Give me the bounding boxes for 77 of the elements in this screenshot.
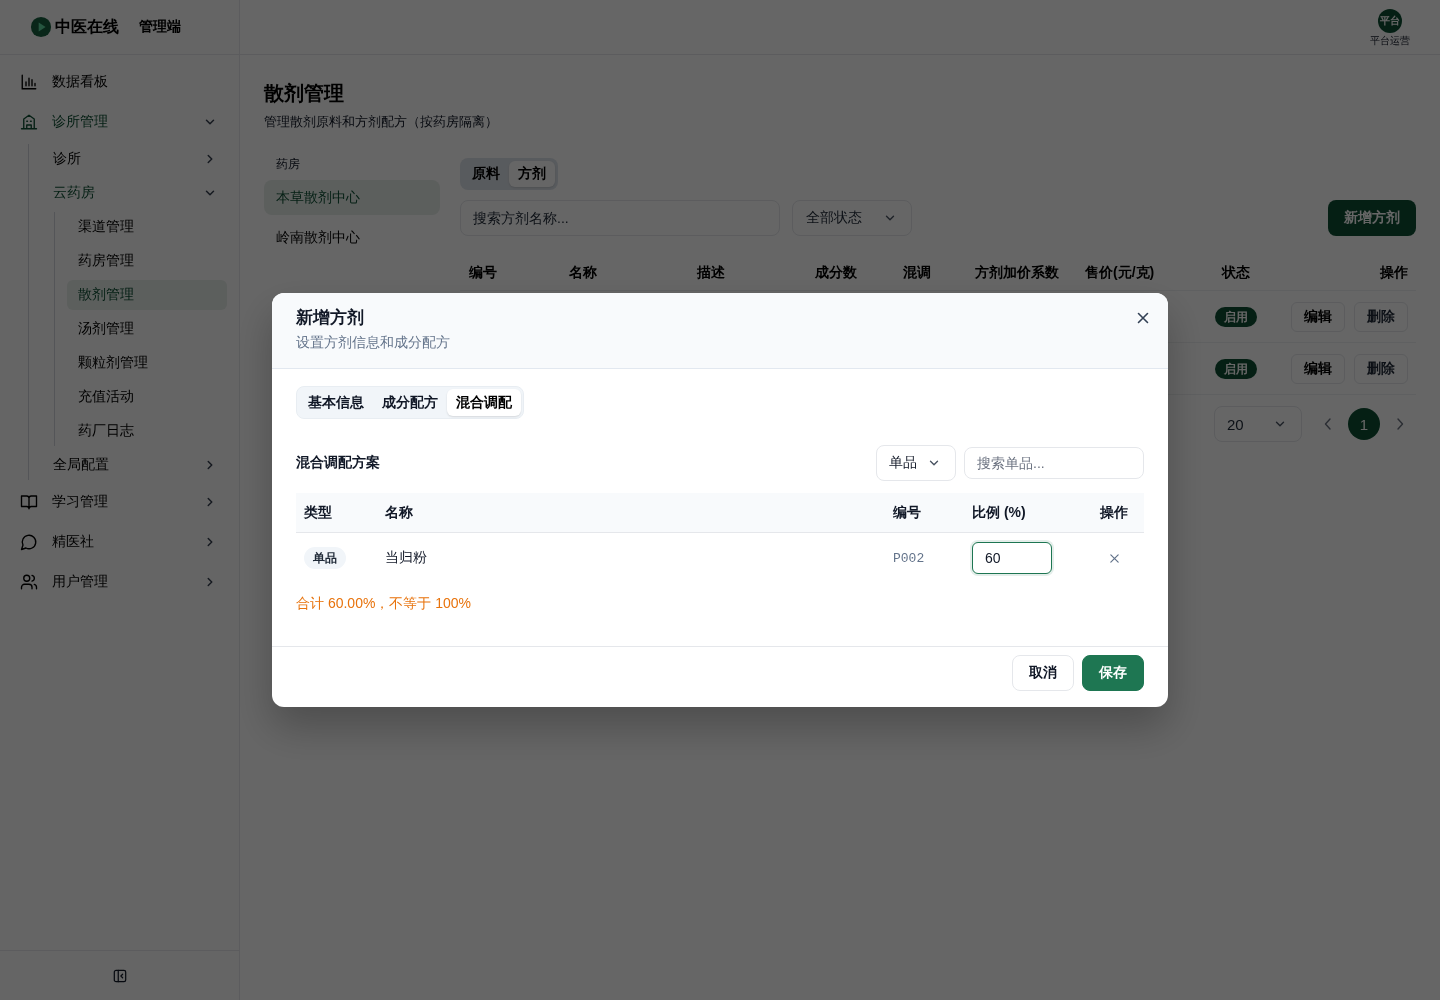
nav-item[interactable]: 渠道管理 <box>67 212 227 242</box>
nav-item[interactable]: 汤剂管理 <box>67 314 227 344</box>
column-header: 状态 <box>1220 263 1251 282</box>
column-header: 描述 <box>696 263 726 282</box>
brand-suffix: 管理端 <box>139 18 181 36</box>
delete-button[interactable]: 删除 <box>1354 353 1408 384</box>
column-header: 售价(元/克) <box>1084 263 1156 282</box>
tab[interactable]: 方剂 <box>509 161 555 187</box>
column-header: 操作 <box>1379 263 1409 282</box>
table-cell: 当归粉 <box>385 549 427 567</box>
nav-item[interactable]: 数据看板 <box>12 64 227 100</box>
section-title: 混合调配方案 <box>296 454 381 472</box>
bar-chart-icon <box>20 73 38 91</box>
search-field[interactable]: 搜索方剂名称... <box>460 200 780 236</box>
type-tag: 单品 <box>304 547 346 569</box>
brand-name: 中医在线 <box>55 16 119 37</box>
column-header: 操作 <box>1099 503 1129 522</box>
nav-item[interactable]: 药房管理 <box>67 246 227 276</box>
user-role: 平台运营 <box>1370 35 1410 47</box>
dialog-subtitle: 设置方剂信息和成分配方 <box>296 333 451 352</box>
type-select[interactable]: 单品 <box>876 445 956 481</box>
column-header: 名称 <box>384 503 414 522</box>
column-header: 名称 <box>568 263 598 282</box>
users-icon <box>20 573 38 591</box>
column-header: 比例 (%) <box>971 503 1027 522</box>
warning-text: 合计 60.00%，不等于 100% <box>296 594 473 613</box>
edit-button[interactable]: 编辑 <box>1291 301 1345 332</box>
pharmacy-item[interactable]: 岭南散剂中心 <box>264 220 440 255</box>
building-icon <box>20 113 38 131</box>
chevron-right-icon[interactable] <box>1396 418 1404 430</box>
close-icon[interactable] <box>1135 310 1151 326</box>
nav-item[interactable]: 颗粒剂管理 <box>67 348 227 378</box>
add-formula-button[interactable]: 新增方剂 <box>1328 200 1416 236</box>
nav-item[interactable]: 学习管理 <box>12 484 227 520</box>
nav-item[interactable]: 药厂日志 <box>67 416 227 446</box>
nav-item[interactable]: 诊所管理 <box>12 104 227 140</box>
table-cell: P002 <box>893 550 925 566</box>
column-header: 编号 <box>468 263 498 282</box>
nav-item[interactable]: 精医社 <box>12 524 227 560</box>
column-header: 编号 <box>892 503 922 522</box>
column-header: 类型 <box>303 503 333 522</box>
pharmacy-item[interactable]: 本草散剂中心 <box>264 180 440 215</box>
page-title: 散剂管理 <box>264 81 345 106</box>
nav-item[interactable]: 用户管理 <box>12 564 227 600</box>
remove-icon[interactable] <box>1108 552 1120 564</box>
edit-button[interactable]: 编辑 <box>1291 353 1345 384</box>
section-label: 药房 <box>275 156 301 172</box>
page-subtitle: 管理散剂原料和方剂配方（按药房隔离） <box>264 113 499 131</box>
cancel-button[interactable]: 取消 <box>1012 655 1074 691</box>
book-icon <box>20 493 38 511</box>
dialog-title: 新增方剂 <box>296 307 365 329</box>
ratio-input[interactable]: 60 <box>972 542 1052 574</box>
tab[interactable]: 基本信息 <box>299 389 373 416</box>
column-header: 方剂加价系数 <box>974 263 1060 282</box>
page-size-select[interactable]: 20 <box>1214 406 1302 442</box>
chevron-left-icon[interactable] <box>1324 418 1332 430</box>
tab[interactable]: 成分配方 <box>373 389 447 416</box>
column-header: 成分数 <box>814 263 858 282</box>
delete-button[interactable]: 删除 <box>1354 301 1408 332</box>
status-tag: 启用 <box>1215 306 1257 327</box>
nav-item[interactable]: 全局配置 <box>29 450 227 480</box>
save-button[interactable]: 保存 <box>1082 655 1144 691</box>
column-header: 混调 <box>902 263 932 282</box>
status-tag: 启用 <box>1215 358 1257 379</box>
search-field[interactable]: 搜索单品... <box>964 447 1144 479</box>
nav-item[interactable]: 充值活动 <box>67 382 227 412</box>
avatar[interactable]: 平台 <box>1378 9 1402 33</box>
status-select[interactable]: 全部状态 <box>792 200 912 236</box>
nav-item[interactable]: 散剂管理 <box>67 280 227 310</box>
sidebar-collapse-icon[interactable] <box>112 968 127 983</box>
nav-item[interactable]: 云药房 <box>29 178 227 208</box>
chat-bubble-icon <box>20 533 38 551</box>
page-button[interactable]: 1 <box>1348 408 1380 440</box>
tab[interactable]: 原料 <box>463 161 509 187</box>
tab[interactable]: 混合调配 <box>447 389 521 416</box>
nav-item[interactable]: 诊所 <box>29 144 227 174</box>
logo-icon <box>30 16 52 38</box>
